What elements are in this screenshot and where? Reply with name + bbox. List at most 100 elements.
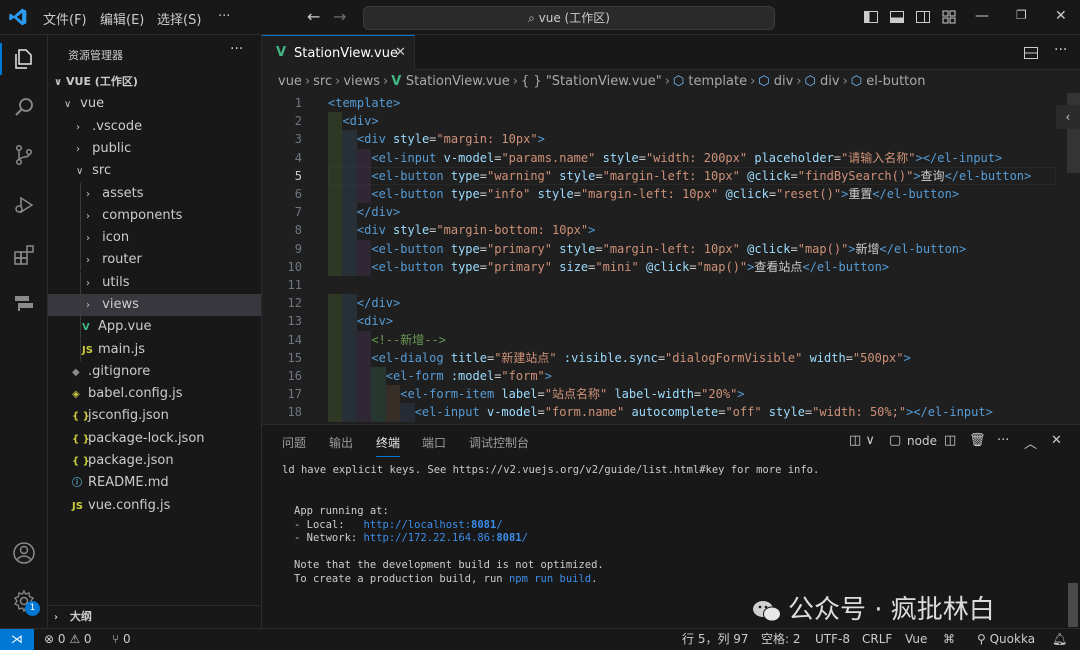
encoding-status[interactable]: UTF-8 — [815, 629, 850, 650]
run-debug-icon[interactable] — [12, 193, 36, 217]
tree-file-app-vue[interactable]: V App.vue — [48, 316, 261, 338]
minimize-button[interactable]: — — [975, 8, 989, 24]
toggle-secondary-sidebar-icon[interactable] — [915, 9, 931, 25]
tree-folder-src[interactable]: ∨ src — [48, 160, 261, 182]
code-line[interactable]: 12 </div> — [262, 294, 1080, 313]
accounts-icon[interactable] — [12, 541, 36, 565]
code-line[interactable]: 15 <el-dialog title="新建站点" :visible.sync… — [262, 348, 1080, 367]
code-line[interactable]: 1 <template> — [262, 94, 1080, 112]
panel-tab-ports[interactable]: 端口 — [422, 434, 446, 451]
network-url-link[interactable]: http://172.22.164.86:8081/ — [364, 532, 528, 544]
breadcrumb-item[interactable]: src — [313, 74, 332, 89]
explorer-more-button[interactable]: ··· — [230, 41, 243, 57]
tree-folder-views[interactable]: › views — [48, 294, 261, 316]
tree-folder-icon[interactable]: › icon — [48, 227, 261, 249]
tree-folder-utils[interactable]: › utils — [48, 272, 261, 294]
panel-tab-terminal[interactable]: 终端 — [376, 434, 401, 457]
tree-folder-public[interactable]: › public — [48, 138, 261, 160]
quokka-status[interactable]: ⚲ Quokka — [977, 629, 1035, 650]
forward-arrow-icon[interactable]: → — [333, 7, 346, 26]
code-line[interactable]: 18 <el-input v-model="form.name" autocom… — [262, 403, 1080, 422]
code-line[interactable]: 10 <el-button type="primary" size="mini"… — [262, 257, 1080, 276]
new-terminal-split-icon[interactable]: ◫ ∨ — [849, 433, 875, 448]
close-panel-icon[interactable]: ✕ — [1051, 433, 1062, 448]
code-line[interactable]: 5 <el-button type="warning" style="margi… — [262, 166, 1080, 185]
panel-tab-debug-console[interactable]: 调试控制台 — [469, 434, 529, 451]
code-editor[interactable]: 1 <template> 2 <div> 3 <div style="margin: … — [262, 93, 1080, 422]
breadcrumb-item[interactable]: div — [820, 74, 840, 89]
ports-status[interactable]: ⑂ 0 — [112, 629, 131, 650]
tree-folder-vue[interactable]: ∨ vue — [48, 93, 261, 115]
command-center-search[interactable]: ⌕ vue (工作区) — [363, 6, 775, 30]
tree-folder-components[interactable]: › components — [48, 205, 261, 227]
indentation-status[interactable]: 空格: 2 — [761, 629, 801, 650]
split-editor-icon[interactable] — [1023, 45, 1039, 61]
problems-status[interactable]: ⊗ 0 ⚠ 0 — [44, 629, 92, 650]
tree-file-babel-config[interactable]: ◈ babel.config.js — [48, 383, 261, 405]
local-url-link[interactable]: http://localhost:8081/ — [364, 519, 503, 531]
tree-file-vue-config[interactable]: JS vue.config.js — [48, 495, 261, 517]
code-line[interactable]: 4 <el-input v-model="params.name" style=… — [262, 148, 1080, 167]
workspace-root[interactable]: ∨ VUE (工作区) — [48, 71, 261, 93]
tab-stationview[interactable]: V StationView.vue ✕ — [262, 35, 415, 70]
panel-tab-problems[interactable]: 问题 — [282, 434, 306, 451]
code-line[interactable]: 14 <!--新增--> — [262, 330, 1080, 349]
tree-folder-vscode[interactable]: › .vscode — [48, 116, 261, 138]
customize-layout-icon[interactable] — [941, 9, 957, 25]
panel-more-button[interactable]: ··· — [997, 433, 1009, 448]
code-line[interactable]: 17 <el-form-item label="站点名称" label-widt… — [262, 385, 1080, 404]
menu-edit[interactable]: 编辑(E) — [100, 9, 144, 28]
breadcrumb-item[interactable]: StationView.vue — [406, 74, 510, 89]
breadcrumb-item[interactable]: div — [774, 74, 794, 89]
code-line[interactable]: 8 <div style="margin-bottom: 10px"> — [262, 221, 1080, 240]
terminal-scrollbar[interactable] — [1068, 583, 1078, 627]
breadcrumb-item[interactable]: el-button — [866, 74, 925, 89]
tree-file-package-lock[interactable]: { }package-lock.json — [48, 428, 261, 450]
search-icon[interactable] — [12, 95, 36, 119]
toggle-panel-icon[interactable] — [889, 9, 905, 25]
tree-file-main-js[interactable]: JS main.js — [48, 339, 261, 361]
code-line[interactable]: 2 <div> — [262, 112, 1080, 131]
remote-explorer-icon[interactable] — [12, 291, 36, 315]
tree-folder-router[interactable]: › router — [48, 249, 261, 271]
breadcrumb-item[interactable]: "StationView.vue" — [546, 74, 662, 89]
code-line[interactable]: 7 </div> — [262, 203, 1080, 222]
remote-indicator-icon[interactable]: ⋊ — [0, 629, 34, 650]
extensions-icon[interactable] — [12, 243, 36, 267]
outline-section[interactable]: › 大纲 — [48, 605, 261, 627]
restore-button[interactable]: ❐ — [1016, 8, 1027, 22]
chevron-left-icon[interactable]: ‹ — [1056, 105, 1080, 129]
code-line[interactable]: 6 <el-button type="info" style="margin-l… — [262, 185, 1080, 204]
cursor-position[interactable]: 行 5，列 97 — [682, 629, 749, 650]
tree-folder-assets[interactable]: › assets — [48, 183, 261, 205]
close-icon[interactable]: ✕ — [395, 45, 406, 60]
editor-more-button[interactable]: ··· — [1054, 42, 1067, 58]
breadcrumb-item[interactable]: template — [688, 74, 747, 89]
notifications-bell-icon[interactable]: 🔔︎ — [1052, 629, 1067, 650]
code-line[interactable]: 16 <el-form :model="form"> — [262, 367, 1080, 386]
code-line[interactable]: 11 — [262, 276, 1080, 294]
trash-icon[interactable]: 🗑 — [969, 433, 986, 448]
split-terminal-icon[interactable]: ◫ — [944, 433, 956, 448]
source-control-icon[interactable] — [12, 143, 36, 167]
menu-more[interactable]: ··· — [218, 9, 230, 24]
remote-status-icon[interactable]: ⌘ — [943, 629, 955, 650]
maximize-panel-icon[interactable]: ︿ — [1024, 433, 1037, 452]
eol-status[interactable]: CRLF — [862, 629, 892, 650]
close-window-button[interactable]: ✕ — [1055, 8, 1067, 24]
menu-selection[interactable]: 选择(S) — [157, 9, 201, 28]
code-line[interactable]: 9 <el-button type="primary" style="margi… — [262, 239, 1080, 258]
panel-tab-output[interactable]: 输出 — [329, 434, 353, 451]
terminal-name[interactable]: node — [907, 434, 937, 448]
explorer-icon[interactable] — [12, 47, 36, 71]
language-mode[interactable]: Vue — [905, 629, 927, 650]
tree-file-package-json[interactable]: { }package.json — [48, 450, 261, 472]
back-arrow-icon[interactable]: ← — [307, 7, 320, 26]
code-line[interactable]: 13 <div> — [262, 312, 1080, 331]
toggle-primary-sidebar-icon[interactable] — [863, 9, 879, 25]
tree-file-gitignore[interactable]: ◆ .gitignore — [48, 361, 261, 383]
menu-file[interactable]: 文件(F) — [43, 9, 87, 28]
tree-file-jsconfig[interactable]: { }jsconfig.json — [48, 405, 261, 427]
breadcrumb-item[interactable]: vue — [278, 74, 302, 89]
code-line[interactable]: 3 <div style="margin: 10px"> — [262, 130, 1080, 149]
